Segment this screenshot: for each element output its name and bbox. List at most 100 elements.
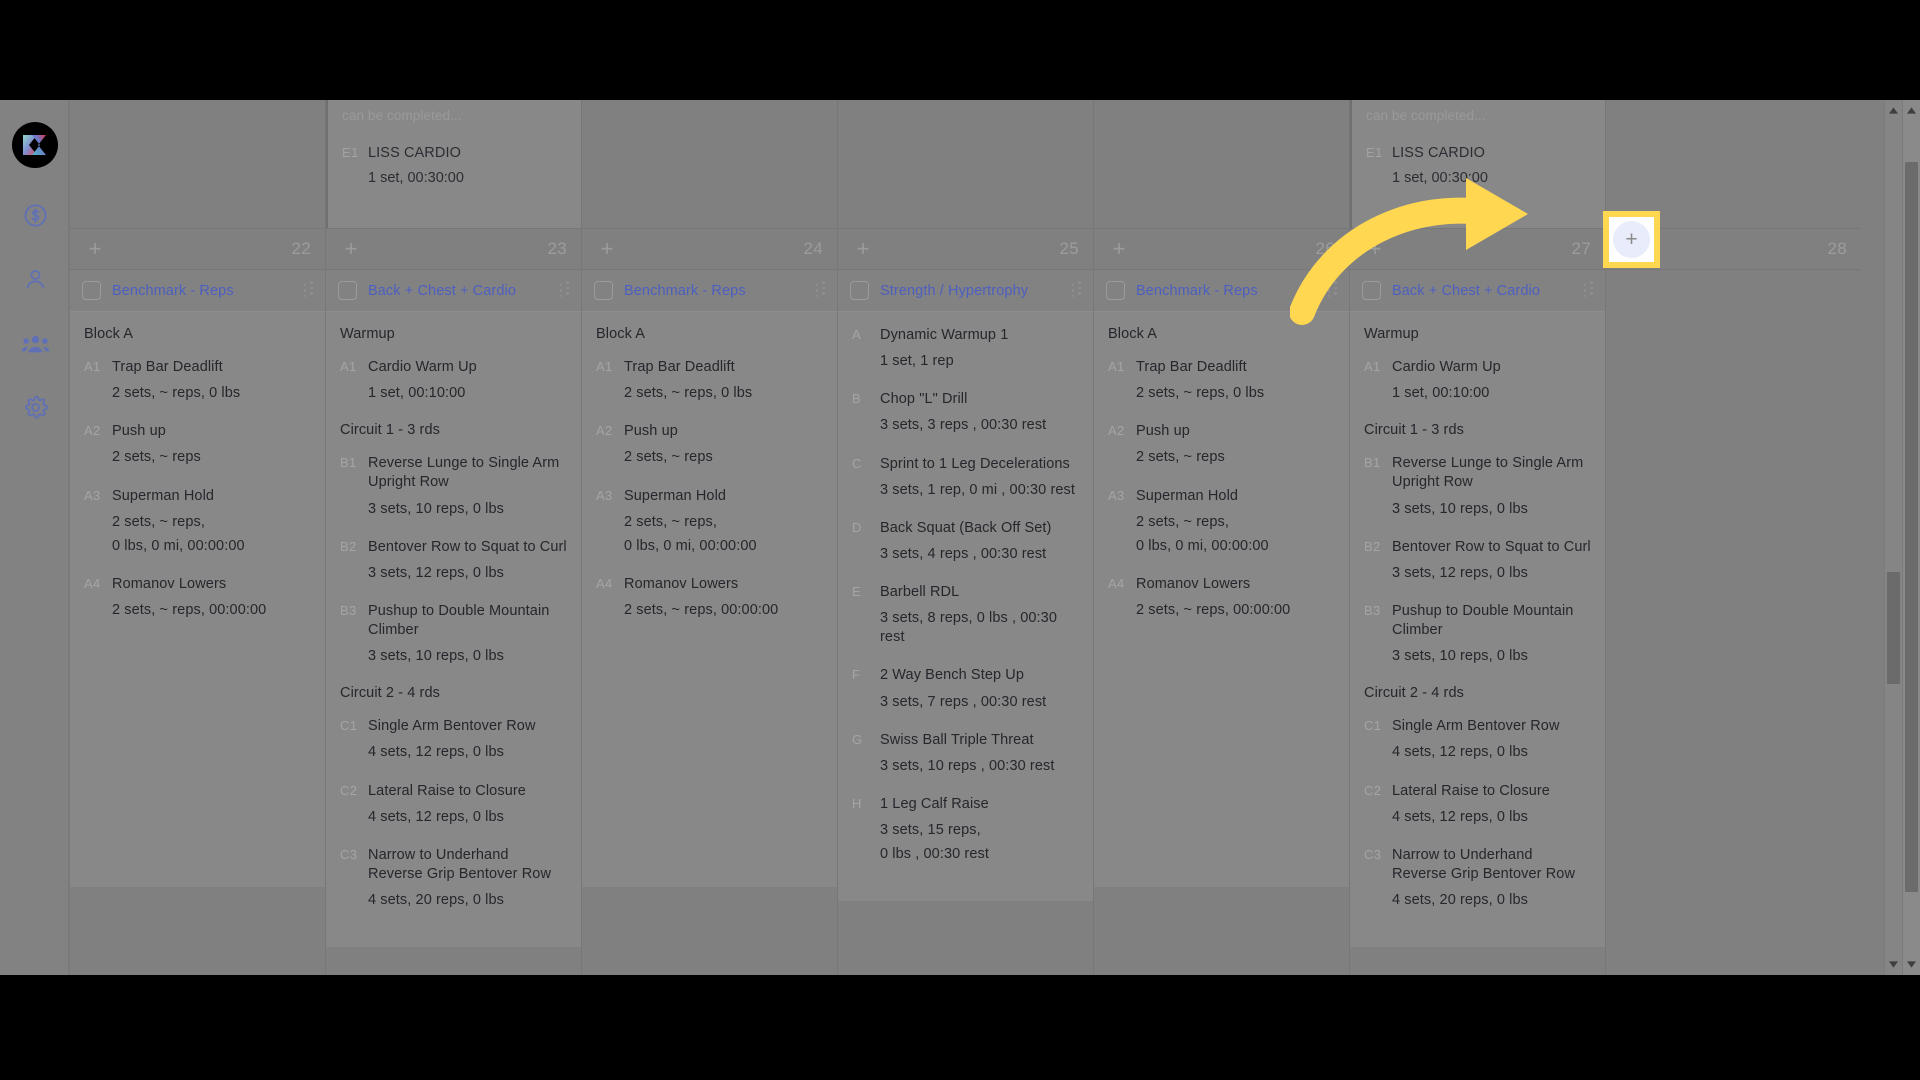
exercise-item[interactable]: B3 Pushup to Double Mountain Climber 3 set… [340, 602, 567, 666]
exercise-item[interactable]: A3 Superman Hold 2 sets, ~ reps, 0 lbs, 0 m… [84, 487, 311, 556]
exercise-item[interactable]: B3 Pushup to Double Mountain Climber 3 set… [1364, 602, 1591, 666]
exercise-item[interactable]: G Swiss Ball Triple Threat 3 sets, 10 reps… [852, 731, 1079, 776]
exercise-tag: E1 [1366, 145, 1383, 160]
exercise-detail: 3 sets, 8 reps, 0 lbs , 00:30 rest [880, 610, 1057, 646]
adjacent-workout-menu-icon[interactable] [1078, 281, 1081, 295]
workout-checkbox[interactable] [1362, 281, 1381, 300]
workout-title[interactable]: Benchmark - Reps [1136, 283, 1321, 299]
exercise-detail: 4 sets, 12 reps, 0 lbs [1392, 808, 1528, 825]
exercise-detail: 2 sets, ~ reps [624, 449, 713, 466]
workout-title[interactable]: Back + Chest + Cardio [368, 283, 553, 299]
exercise-name: Cardio Warm Up [368, 359, 477, 375]
workout-title[interactable]: Benchmark - Reps [624, 283, 809, 299]
exercise-item[interactable]: A1 Trap Bar Deadlift 2 sets, ~ reps, 0 lbs [84, 358, 311, 403]
exercise-name: Narrow to Underhand Reverse Grip Bentove… [368, 846, 552, 882]
exercise-tag: E [852, 584, 861, 599]
inner-scrollbar[interactable] [1884, 100, 1902, 975]
workout-checkbox[interactable] [82, 281, 101, 300]
scroll-down-icon[interactable] [1885, 956, 1902, 973]
workout-title[interactable]: Back + Chest + Cardio [1392, 283, 1577, 299]
add-workout-plus-button[interactable]: + [1613, 221, 1650, 258]
exercise-item[interactable]: H 1 Leg Calf Raise 3 sets, 15 reps, 0 lbs ,… [852, 795, 1079, 864]
exercise-item[interactable]: A Dynamic Warmup 1 1 set, 1 rep [852, 326, 1079, 371]
exercise-item[interactable]: A1 Cardio Warm Up 1 set, 00:10:00 [1364, 358, 1591, 403]
previous-week-card[interactable]: can be completed... E1 LISS CARDIO 1 set, 0… [326, 100, 581, 228]
scroll-down-icon-outer[interactable] [1903, 956, 1920, 973]
exercise-name: Reverse Lunge to Single Arm Upright Row [368, 455, 560, 491]
exercise-item[interactable]: C2 Lateral Raise to Closure 4 sets, 12 rep… [1364, 782, 1591, 827]
outer-scrollbar[interactable] [1902, 100, 1920, 975]
exercise-tag: A1 [596, 359, 613, 374]
exercise-item[interactable]: B1 Reverse Lunge to Single Arm Upright Ro… [340, 454, 567, 518]
scroll-up-icon[interactable] [1885, 102, 1902, 119]
user-icon[interactable] [18, 262, 52, 296]
exercise-item[interactable]: A4 Romanov Lowers 2 sets, ~ reps, 00:00:00 [1108, 575, 1335, 620]
scroll-up-icon-outer[interactable] [1903, 102, 1920, 119]
exercise-item[interactable]: B2 Bentover Row to Squat to Curl 3 sets, 1… [1364, 538, 1591, 583]
workout-title[interactable]: Strength / Hypertrophy [880, 283, 1065, 299]
exercise-detail: 3 sets, 1 rep, 0 mi , 00:30 rest [880, 481, 1076, 498]
adjacent-workout-menu-icon[interactable] [566, 281, 569, 295]
exercise-item[interactable]: A3 Superman Hold 2 sets, ~ reps, 0 lbs, 0 m… [1108, 487, 1335, 556]
exercise-detail: 0 lbs, 0 mi, 00:00:00 [624, 537, 757, 554]
add-workout-button[interactable]: + [84, 238, 106, 260]
exercise-item[interactable]: A2 Push up 2 sets, ~ reps [596, 422, 823, 467]
calendar-column: +26 Benchmark - Reps Block A A1 Trap Bar Dea… [1078, 100, 1350, 975]
add-workout-highlight[interactable]: + [1603, 211, 1660, 268]
add-workout-button[interactable]: + [1364, 238, 1386, 260]
exercise-detail: 1 set, 00:30:00 [1392, 170, 1488, 186]
exercise-item[interactable]: C3 Narrow to Underhand Reverse Grip Bento… [1364, 846, 1591, 910]
exercise-item[interactable]: C1 Single Arm Bentover Row 4 sets, 12 reps… [340, 717, 567, 762]
exercise-item[interactable]: A4 Romanov Lowers 2 sets, ~ reps, 00:00:00 [596, 575, 823, 620]
gear-icon[interactable] [18, 390, 52, 424]
dollar-circle-icon[interactable] [18, 198, 52, 232]
workout-checkbox[interactable] [1106, 281, 1125, 300]
exercise-tag: A1 [340, 359, 357, 374]
workout-checkbox[interactable] [338, 281, 357, 300]
exercise-name: Chop "L" Drill [880, 391, 968, 408]
exercise-item[interactable]: F 2 Way Bench Step Up 3 sets, 7 reps , 00:… [852, 666, 1079, 711]
inner-scroll-thumb[interactable] [1887, 572, 1900, 684]
calendar-column: +24 Benchmark - Reps Block A A1 Trap Bar Dea… [566, 100, 838, 975]
group-users-icon[interactable] [18, 326, 52, 360]
exercise-item[interactable]: B Chop "L" Drill 3 sets, 3 reps , 00:30 re… [852, 390, 1079, 435]
app-logo[interactable] [12, 122, 58, 168]
exercise-item[interactable]: A1 Trap Bar Deadlift 2 sets, ~ reps, 0 lbs [596, 358, 823, 403]
exercise-item[interactable]: C3 Narrow to Underhand Reverse Grip Bento… [340, 846, 567, 910]
exercise-tag: F [852, 667, 861, 683]
add-workout-button[interactable]: + [340, 238, 362, 260]
workout-title[interactable]: Benchmark - Reps [112, 283, 297, 299]
exercise-item[interactable]: B1 Reverse Lunge to Single Arm Upright Ro… [1364, 454, 1591, 518]
outer-scroll-thumb[interactable] [1905, 162, 1918, 892]
adjacent-workout-menu-icon[interactable] [1334, 281, 1337, 295]
exercise-item[interactable]: A2 Push up 2 sets, ~ reps [1108, 422, 1335, 467]
adjacent-workout-menu-icon[interactable] [822, 281, 825, 295]
exercise-item[interactable]: C2 Lateral Raise to Closure 4 sets, 12 rep… [340, 782, 567, 827]
workout-header: Strength / Hypertrophy [838, 270, 1093, 312]
exercise-item[interactable]: A3 Superman Hold 2 sets, ~ reps, 0 lbs, 0 m… [596, 487, 823, 556]
calendar-board: +22 Benchmark - Reps Block A A1 Trap Bar Dea… [70, 100, 1860, 975]
adjacent-workout-menu-icon[interactable] [1590, 281, 1593, 295]
adjacent-workout-menu-icon[interactable] [310, 281, 313, 295]
workout-checkbox[interactable] [850, 281, 869, 300]
exercise-item[interactable]: A2 Push up 2 sets, ~ reps [84, 422, 311, 467]
exercise-item[interactable]: E Barbell RDL 3 sets, 8 reps, 0 lbs , 00:3… [852, 583, 1079, 647]
exercise-detail: 1 set, 1 rep [880, 353, 954, 370]
exercise-item[interactable]: D Back Squat (Back Off Set) 3 sets, 4 reps… [852, 519, 1079, 564]
workout-checkbox[interactable] [594, 281, 613, 300]
previous-week-card[interactable]: can be completed... E1 LISS CARDIO 1 set, 0… [1350, 100, 1605, 228]
exercise-item[interactable]: A4 Romanov Lowers 2 sets, ~ reps, 00:00:00 [84, 575, 311, 620]
day-number: 25 [1059, 239, 1079, 258]
exercise-item[interactable]: B2 Bentover Row to Squat to Curl 3 sets, 1… [340, 538, 567, 583]
add-workout-button[interactable]: + [1108, 238, 1130, 260]
exercise-item[interactable]: C Sprint to 1 Leg Decelerations 3 sets, 1 … [852, 455, 1079, 500]
add-workout-button[interactable]: + [596, 238, 618, 260]
exercise-item[interactable]: C1 Single Arm Bentover Row 4 sets, 12 reps… [1364, 717, 1591, 762]
exercise-item[interactable]: A1 Cardio Warm Up 1 set, 00:10:00 [340, 358, 567, 403]
exercise-item[interactable]: A1 Trap Bar Deadlift 2 sets, ~ reps, 0 lbs [1108, 358, 1335, 403]
add-workout-button[interactable]: + [852, 238, 874, 260]
calendar-column: can be completed... E1 LISS CARDIO 1 set, 0… [1334, 100, 1606, 975]
add-workout-highlight-inner: + [1609, 217, 1654, 262]
exercise-tag: A4 [1108, 575, 1125, 591]
workout-header: Back + Chest + Cardio [326, 270, 581, 312]
